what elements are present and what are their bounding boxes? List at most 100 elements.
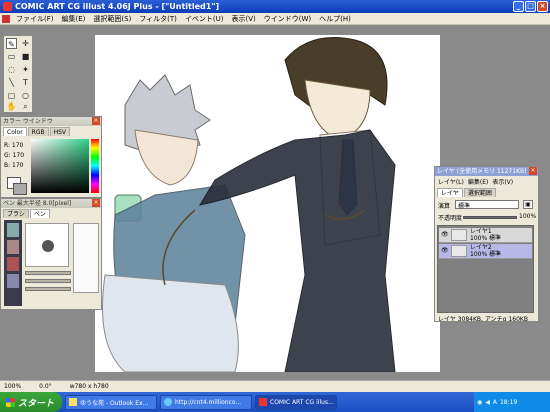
- color-gradient-picker[interactable]: [31, 139, 89, 193]
- hand-tool-icon[interactable]: ✋: [6, 101, 17, 112]
- fill-tool-icon[interactable]: ■: [20, 51, 31, 62]
- menu-help[interactable]: ヘルプ(H): [315, 14, 355, 24]
- tab-hsv[interactable]: HSV: [49, 127, 71, 136]
- minimize-button[interactable]: _: [513, 1, 524, 12]
- tab-pen[interactable]: ペン: [29, 209, 50, 218]
- eye-icon[interactable]: 👁: [441, 247, 449, 255]
- zoom-level: 100%: [4, 383, 22, 390]
- line-tool-icon[interactable]: ╲: [6, 77, 17, 88]
- tab-color[interactable]: Color: [3, 127, 27, 136]
- layer-menu-view[interactable]: 表示(V): [492, 177, 513, 186]
- close-icon[interactable]: ×: [529, 167, 537, 175]
- brush-presets-list[interactable]: [4, 220, 22, 306]
- size-slider[interactable]: [25, 271, 71, 275]
- layer-menu-layer[interactable]: レイヤ(L): [438, 177, 464, 186]
- text-tool-icon[interactable]: T: [20, 77, 31, 88]
- clock: 18:19: [499, 398, 518, 406]
- network-icon[interactable]: ◉: [477, 399, 482, 406]
- artwork-illustration: [102, 37, 396, 372]
- hue-slider[interactable]: [91, 139, 99, 193]
- layer-name: レイヤ2: [470, 244, 492, 251]
- blend-mode-select[interactable]: 標準: [455, 200, 519, 210]
- opacity-label: 不透明度: [438, 215, 463, 222]
- zoom-tool-icon[interactable]: ⌕: [20, 101, 31, 112]
- color-panel-title: カラー ウインドウ ×: [1, 117, 101, 126]
- menu-file[interactable]: ファイル(F): [12, 14, 58, 24]
- pressure-curve-graph[interactable]: [73, 223, 99, 293]
- blue-value: B: 170: [4, 162, 24, 169]
- pen-tool-icon[interactable]: ✎: [6, 38, 17, 49]
- tab-selection[interactable]: 選択範囲: [463, 188, 496, 197]
- red-value: R: 170: [4, 142, 24, 149]
- task-browser[interactable]: http://cnt4.millionco...: [160, 394, 252, 410]
- new-layer-icon[interactable]: ▣: [523, 200, 533, 209]
- document-icon: [2, 14, 10, 23]
- layers-list: 👁 レイヤ1 100% 標準 👁 レイヤ2 100% 標準: [437, 225, 534, 313]
- brush-preset-icon[interactable]: [7, 257, 19, 271]
- layer-detail: 100% 標準: [470, 235, 502, 242]
- brush-preview: [25, 223, 69, 267]
- menu-view[interactable]: 表示(V): [228, 14, 260, 24]
- color-panel: カラー ウインドウ × Color RGB HSV R: 170 G: 170 …: [0, 116, 102, 198]
- windows-logo-icon: [6, 397, 15, 407]
- blend-mode-label: 演算: [438, 203, 451, 210]
- layer-panel-title: レイヤ (全使用メモリ 11271KB) ×: [435, 167, 538, 176]
- brush-preset-icon[interactable]: [7, 223, 19, 237]
- layer-thumbnail: [451, 229, 467, 241]
- menu-selection[interactable]: 選択範囲(S): [89, 14, 135, 24]
- layer-memory-info: レイヤ 3084KB, アンチα 160KB: [438, 316, 528, 323]
- rotation-angle: 0.0°: [39, 383, 52, 390]
- ime-icon[interactable]: A: [493, 399, 497, 406]
- green-value: G: 170: [4, 152, 25, 159]
- layer-menu-edit[interactable]: 編集(E): [468, 177, 488, 186]
- close-button[interactable]: ×: [537, 1, 548, 12]
- pen-panel-title: ペン 最大半径 8.0[pixel] ×: [1, 199, 101, 208]
- density-slider[interactable]: [25, 287, 71, 291]
- status-bar: 100% 0.0° w780 x h780: [0, 380, 550, 392]
- layer-thumbnail: [451, 245, 467, 257]
- volume-icon[interactable]: ◀: [485, 399, 490, 406]
- browser-icon: [164, 398, 172, 406]
- magic-wand-icon[interactable]: ✦: [20, 64, 31, 75]
- menu-edit[interactable]: 編集(E): [58, 14, 90, 24]
- drawing-canvas[interactable]: [95, 35, 440, 372]
- window-title: COMIC ART CG illust 4.06J Plus - ["Untit…: [15, 2, 220, 11]
- close-icon[interactable]: ×: [92, 117, 100, 125]
- ellipse-tool-icon[interactable]: ○: [20, 90, 31, 101]
- outlook-icon: [69, 398, 77, 406]
- taskbar: スタート ゆうな苑 - Outlook Ex... http://cnt4.mi…: [0, 392, 550, 412]
- tab-brush[interactable]: ブラシ: [3, 209, 29, 218]
- toolbox: ✎ ✛ ▭ ■ ◌ ✦ ╲ T ▢ ○ ✋ ⌕: [3, 35, 33, 113]
- app-icon: [259, 398, 267, 406]
- opacity-slider[interactable]: [463, 216, 517, 219]
- task-outlook[interactable]: ゆうな苑 - Outlook Ex...: [65, 394, 157, 410]
- foreground-color-swatch[interactable]: [13, 183, 27, 195]
- rectangle-select-icon[interactable]: ▭: [6, 51, 17, 62]
- layer-row[interactable]: 👁 レイヤ1 100% 標準: [439, 228, 532, 243]
- window-title-bar: COMIC ART CG illust 4.06J Plus - ["Untit…: [0, 0, 550, 13]
- menu-window[interactable]: ウインドウ(W): [260, 14, 315, 24]
- tab-layers[interactable]: レイヤ: [437, 188, 463, 197]
- task-comic-art[interactable]: COMIC ART CG illus...: [255, 394, 337, 410]
- pen-panel: ペン 最大半径 8.0[pixel] × ブラシ ペン: [0, 198, 102, 310]
- tab-rgb[interactable]: RGB: [27, 127, 49, 136]
- menu-filter[interactable]: フィルタ(T): [135, 14, 181, 24]
- close-icon[interactable]: ×: [92, 199, 100, 207]
- maximize-button[interactable]: □: [525, 1, 536, 12]
- shape-tool-icon[interactable]: ▢: [6, 90, 17, 101]
- menu-event[interactable]: イベント(U): [181, 14, 228, 24]
- canvas-size: w780 x h780: [69, 383, 109, 390]
- opacity-value: 100%: [519, 213, 537, 220]
- brush-preset-icon[interactable]: [7, 240, 19, 254]
- layer-name: レイヤ1: [470, 228, 492, 235]
- layer-panel: レイヤ (全使用メモリ 11271KB) × レイヤ(L) 編集(E) 表示(V…: [434, 166, 539, 323]
- system-tray: ◉ ◀ A 18:19: [474, 392, 550, 412]
- app-icon: [3, 2, 12, 11]
- start-button[interactable]: スタート: [0, 392, 62, 412]
- brush-preset-icon[interactable]: [7, 274, 19, 288]
- move-tool-icon[interactable]: ✛: [20, 38, 31, 49]
- opacity-slider[interactable]: [25, 279, 71, 283]
- lasso-tool-icon[interactable]: ◌: [6, 64, 17, 75]
- layer-row-selected[interactable]: 👁 レイヤ2 100% 標準: [439, 244, 532, 259]
- eye-icon[interactable]: 👁: [441, 231, 449, 239]
